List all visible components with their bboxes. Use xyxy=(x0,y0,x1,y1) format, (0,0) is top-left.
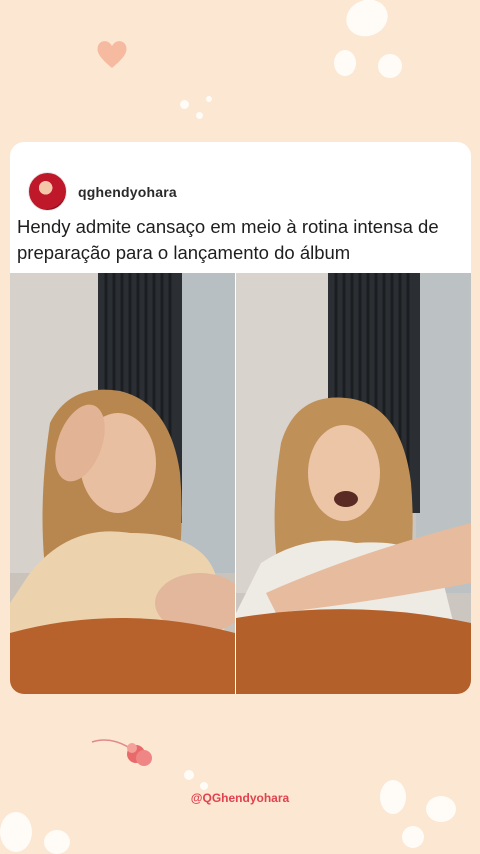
username[interactable]: qghendyohara xyxy=(78,184,177,200)
photo-grid xyxy=(10,273,471,694)
photo-right[interactable] xyxy=(236,273,471,694)
avatar[interactable] xyxy=(28,172,67,211)
footer-handle[interactable]: @QGhendyohara xyxy=(0,791,480,805)
post-header: qghendyohara xyxy=(28,172,177,211)
heart-icon xyxy=(97,41,127,68)
photo-left[interactable] xyxy=(10,273,235,694)
post-caption: Hendy admite cansaço em meio à rotina in… xyxy=(17,216,439,263)
flower-icon xyxy=(91,739,152,766)
post-card: qghendyohara Hendy admite cansaço em mei… xyxy=(10,142,471,694)
